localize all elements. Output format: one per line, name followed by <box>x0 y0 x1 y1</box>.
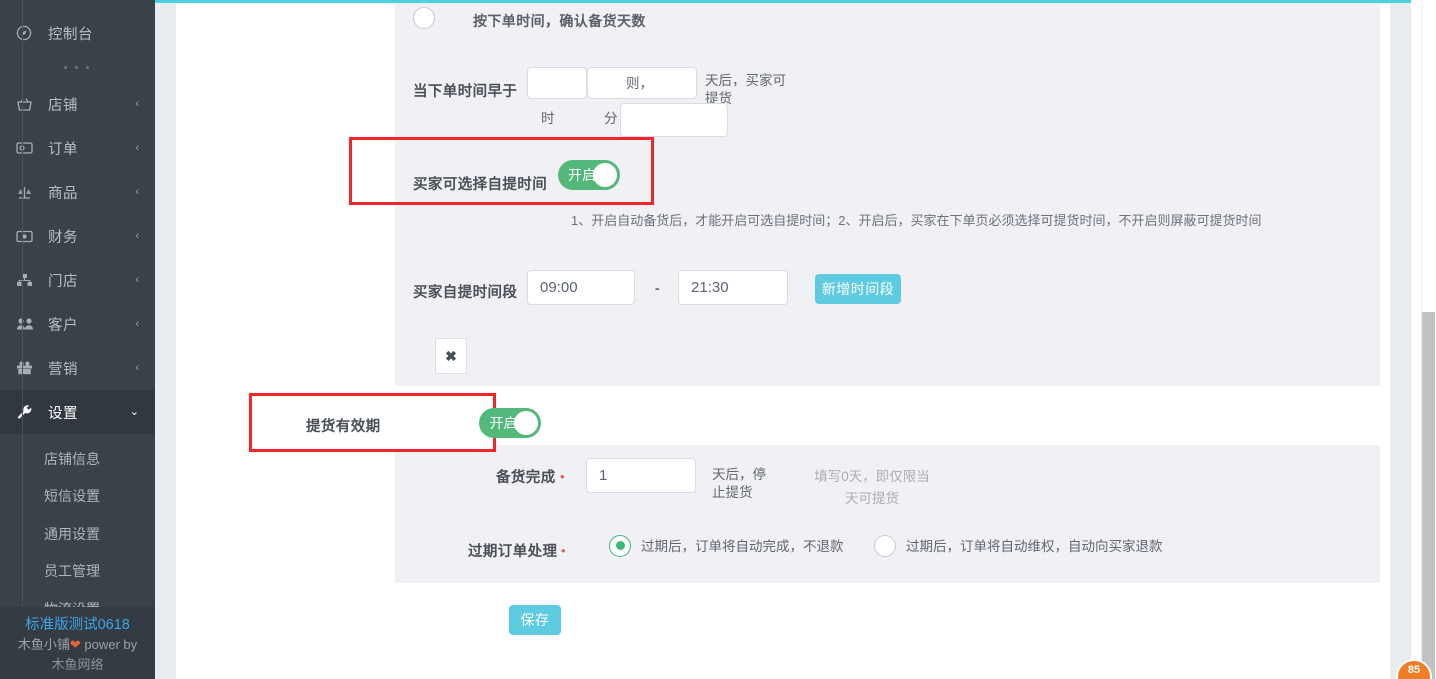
sidebar: 控制台 • • • 店铺 ‹ 订单 ‹ 商品 ‹ 财务 ‹ 门店 ‹ 客户 ‹ … <box>0 0 155 679</box>
sidebar-item-marketing[interactable]: 营销 ‹ <box>0 346 155 390</box>
sidebar-item-label: 商品 <box>48 185 78 202</box>
stock-done-suffix-text: 天后，停止提货 <box>712 467 766 500</box>
radio-by-order-time[interactable] <box>413 7 435 34</box>
add-time-range-button[interactable]: 新增时间段 <box>815 274 901 304</box>
compass-icon <box>16 25 38 41</box>
radio-expired-auto-complete[interactable] <box>609 535 631 562</box>
sidebar-item-label: 财务 <box>48 229 78 246</box>
chevron-left-icon: ‹ <box>135 141 139 154</box>
users-icon <box>16 317 38 331</box>
sidebar-item-shop-info[interactable]: 店铺信息 <box>0 440 155 478</box>
receipt-icon <box>16 141 38 155</box>
sidebar-item-general-settings[interactable]: 通用设置 <box>0 515 155 553</box>
chevron-left-icon: ‹ <box>135 317 139 330</box>
pickup-start-time-input[interactable] <box>527 270 635 305</box>
sidebar-item-products[interactable]: 商品 ‹ <box>0 170 155 214</box>
footer-company: 木鱼网络 <box>51 657 104 672</box>
heart-icon: ❤ <box>69 637 81 652</box>
basket-icon <box>16 97 38 112</box>
submenu-item-label: 短信设置 <box>44 488 100 505</box>
sidebar-item-label: 控制台 <box>48 26 93 43</box>
toggle-state-label: 开启 <box>489 415 518 431</box>
chevron-left-icon: ‹ <box>135 185 139 198</box>
sidebar-item-customers[interactable]: 客户 ‹ <box>0 302 155 346</box>
sidebar-item-shop[interactable]: 店铺 ‹ <box>0 82 155 126</box>
sidebar-item-label: 订单 <box>48 141 78 158</box>
expired-order-label: 过期订单处理 <box>468 544 558 560</box>
sidebar-footer: 标准版测试0618 木鱼小铺❤ power by 木鱼网络 <box>0 607 155 679</box>
sidebar-item-settings[interactable]: 设置 ⌄ <box>0 390 155 434</box>
scales-icon <box>16 185 38 200</box>
gift-icon <box>16 361 38 375</box>
sidebar-dots: • • • <box>63 62 92 74</box>
sidebar-item-console[interactable]: 控制台 <box>0 12 155 54</box>
pickup-range-label: 买家自提时间段 <box>413 285 518 301</box>
validity-toggle[interactable]: 开启 <box>479 408 542 438</box>
submenu-item-label: 员工管理 <box>44 563 100 580</box>
toggle-knob <box>593 163 617 187</box>
radio-expired-auto-refund[interactable] <box>874 535 896 562</box>
sidebar-item-label: 门店 <box>48 273 78 290</box>
stock-done-required-marker: • <box>560 469 565 484</box>
order-time-row-label: 当下单时间早于 <box>413 84 518 100</box>
sidebar-item-stores[interactable]: 门店 ‹ <box>0 258 155 302</box>
sidebar-item-label: 店铺 <box>48 97 78 114</box>
order-hour-input[interactable] <box>527 67 587 99</box>
pickup-hint-text: 1、开启自动备货后，才能开启可选自提时间；2、开启后，买家在下单页必须选择可提货… <box>571 213 1262 228</box>
then-text: 则， <box>626 76 653 91</box>
submenu-item-label: 店铺信息 <box>44 450 100 467</box>
chevron-down-icon: ⌄ <box>129 405 139 418</box>
sitemap-icon <box>16 273 38 287</box>
top-accent-bar <box>155 0 1411 3</box>
remove-time-range-button[interactable]: ✖ <box>435 338 467 374</box>
pickup-time-toggle[interactable]: 开启 <box>558 160 620 190</box>
order-days-input[interactable] <box>620 103 728 137</box>
app-root: 控制台 • • • 店铺 ‹ 订单 ‹ 商品 ‹ 财务 ‹ 门店 ‹ 客户 ‹ … <box>0 0 1436 679</box>
footer-brand: 木鱼小铺 <box>17 637 70 652</box>
range-separator: - <box>655 281 660 296</box>
radio-icon <box>609 535 631 557</box>
page-scrollbar-thumb[interactable] <box>1422 312 1435 679</box>
sidebar-item-label: 客户 <box>48 317 78 334</box>
radio-icon <box>413 7 435 29</box>
pickup-time-toggle-label: 买家可选择自提时间 <box>413 177 548 193</box>
radio-expired-auto-refund-label: 过期后，订单将自动维权，自动向买家退款 <box>906 539 1163 554</box>
save-button[interactable]: 保存 <box>509 605 561 635</box>
money-icon <box>16 230 38 243</box>
chevron-left-icon: ‹ <box>135 273 139 286</box>
chevron-left-icon: ‹ <box>135 97 139 110</box>
sidebar-item-orders[interactable]: 订单 ‹ <box>0 126 155 170</box>
sidebar-item-label: 营销 <box>48 361 78 378</box>
footer-powered-by: 木鱼小铺❤ power by <box>0 635 155 655</box>
stock-done-hint-text: 填写0天，即仅限当天可提货 <box>814 469 930 506</box>
sidebar-item-staff-management[interactable]: 员工管理 <box>0 553 155 591</box>
stock-done-days-input[interactable] <box>586 458 696 493</box>
pickup-end-time-input[interactable] <box>678 270 788 305</box>
sidebar-item-finance[interactable]: 财务 ‹ <box>0 214 155 258</box>
chevron-left-icon: ‹ <box>135 361 139 374</box>
wrench-icon <box>16 404 38 420</box>
chevron-left-icon: ‹ <box>135 229 139 242</box>
footer-shop-name: 标准版测试0618 <box>25 617 130 633</box>
sidebar-item-sms-settings[interactable]: 短信设置 <box>0 478 155 516</box>
hour-unit-label: 时 <box>541 111 555 126</box>
radio-icon <box>874 535 896 557</box>
pickup-settings-panel <box>395 3 1380 386</box>
expired-order-required-marker: • <box>561 543 566 558</box>
inner-scrollbar-track[interactable] <box>1400 3 1411 679</box>
validity-toggle-label: 提货有效期 <box>306 419 381 435</box>
toggle-knob <box>514 411 539 435</box>
sidebar-item-label: 设置 <box>48 405 78 422</box>
footer-power-text: power by <box>80 637 138 652</box>
toggle-state-label: 开启 <box>568 167 596 183</box>
submenu-item-label: 通用设置 <box>44 525 100 542</box>
sidebar-submenu-settings: 店铺信息 短信设置 通用设置 员工管理 物流设置 <box>0 434 155 636</box>
radio-expired-auto-complete-label: 过期后，订单将自动完成，不退款 <box>641 539 844 554</box>
radio-by-order-time-label: 按下单时间，确认备货天数 <box>473 13 646 29</box>
minute-unit-label: 分 <box>604 111 618 126</box>
stock-done-label: 备货完成 <box>496 470 556 486</box>
